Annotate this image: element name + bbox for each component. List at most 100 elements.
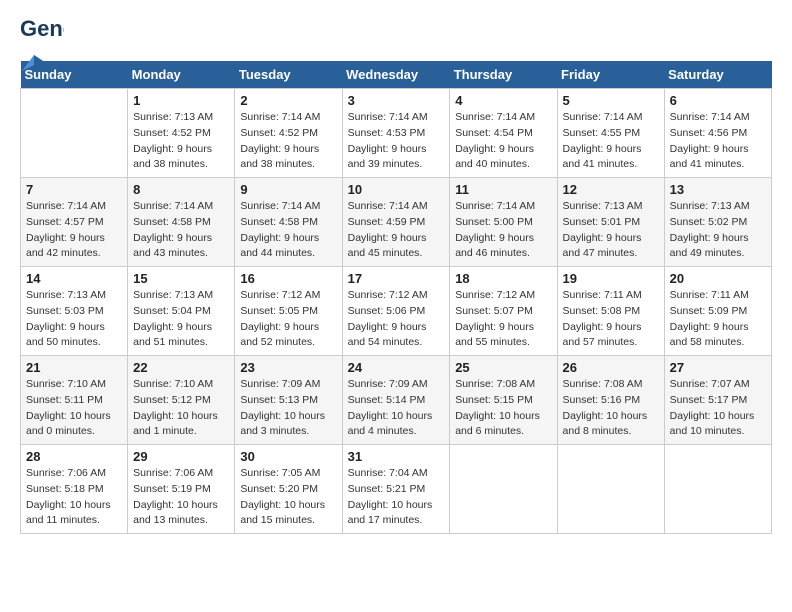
day-cell: 29 Sunrise: 7:06 AM Sunset: 5:19 PM Dayli… — [128, 445, 235, 534]
col-header-tuesday: Tuesday — [235, 61, 342, 89]
day-cell: 13Sunrise: 7:13 AM Sunset: 5:02 PM Dayli… — [664, 178, 771, 267]
day-cell: 8 Sunrise: 7:14 AM Sunset: 4:58 PM Daylig… — [128, 178, 235, 267]
day-number: 18 — [455, 271, 551, 286]
day-number: 21 — [26, 360, 122, 375]
svg-text:General: General — [20, 16, 64, 41]
day-cell: 14 Sunrise: 7:13 AM Sunset: 5:03 PM Dayli… — [21, 267, 128, 356]
day-info: Sunrise: 7:13 AM Sunset: 5:03 PM Dayligh… — [26, 288, 122, 351]
calendar-table: SundayMondayTuesdayWednesdayThursdayFrid… — [20, 61, 772, 534]
day-number: 19 — [563, 271, 659, 286]
column-headers: SundayMondayTuesdayWednesdayThursdayFrid… — [21, 61, 772, 89]
day-cell: 18Sunrise: 7:12 AM Sunset: 5:07 PM Dayli… — [450, 267, 557, 356]
day-cell: 16 Sunrise: 7:12 AM Sunset: 5:05 PM Dayli… — [235, 267, 342, 356]
day-cell: 7Sunrise: 7:14 AM Sunset: 4:57 PM Daylig… — [21, 178, 128, 267]
day-cell — [21, 89, 128, 178]
col-header-wednesday: Wednesday — [342, 61, 450, 89]
day-number: 5 — [563, 93, 659, 108]
day-info: Sunrise: 7:04 AM Sunset: 5:21 PM Dayligh… — [348, 466, 445, 529]
day-number: 16 — [240, 271, 336, 286]
day-cell: 17 Sunrise: 7:12 AM Sunset: 5:06 PM Dayli… — [342, 267, 450, 356]
day-info: Sunrise: 7:08 AM Sunset: 5:16 PM Dayligh… — [563, 377, 659, 440]
day-info: Sunrise: 7:13 AM Sunset: 4:52 PM Dayligh… — [133, 110, 229, 173]
day-cell: 5 Sunrise: 7:14 AM Sunset: 4:55 PM Daylig… — [557, 89, 664, 178]
day-info: Sunrise: 7:06 AM Sunset: 5:18 PM Dayligh… — [26, 466, 122, 529]
day-info: Sunrise: 7:09 AM Sunset: 5:13 PM Dayligh… — [240, 377, 336, 440]
day-info: Sunrise: 7:14 AM Sunset: 4:55 PM Dayligh… — [563, 110, 659, 173]
day-number: 6 — [670, 93, 766, 108]
day-number: 28 — [26, 449, 122, 464]
day-info: Sunrise: 7:08 AM Sunset: 5:15 PM Dayligh… — [455, 377, 551, 440]
day-cell: 12Sunrise: 7:13 AM Sunset: 5:01 PM Dayli… — [557, 178, 664, 267]
day-info: Sunrise: 7:14 AM Sunset: 4:57 PM Dayligh… — [26, 199, 122, 262]
day-number: 8 — [133, 182, 229, 197]
page-header: General — [20, 20, 772, 51]
day-info: Sunrise: 7:11 AM Sunset: 5:08 PM Dayligh… — [563, 288, 659, 351]
day-info: Sunrise: 7:14 AM Sunset: 4:59 PM Dayligh… — [348, 199, 445, 262]
day-number: 3 — [348, 93, 445, 108]
day-info: Sunrise: 7:14 AM Sunset: 4:58 PM Dayligh… — [133, 199, 229, 262]
day-number: 14 — [26, 271, 122, 286]
logo-icon: General — [20, 20, 64, 53]
day-info: Sunrise: 7:14 AM Sunset: 5:00 PM Dayligh… — [455, 199, 551, 262]
day-cell: 10 Sunrise: 7:14 AM Sunset: 4:59 PM Dayli… — [342, 178, 450, 267]
week-row-4: 21 Sunrise: 7:10 AM Sunset: 5:11 PM Dayli… — [21, 356, 772, 445]
day-number: 11 — [455, 182, 551, 197]
day-cell — [664, 445, 771, 534]
day-number: 27 — [670, 360, 766, 375]
day-info: Sunrise: 7:12 AM Sunset: 5:05 PM Dayligh… — [240, 288, 336, 351]
week-row-3: 14 Sunrise: 7:13 AM Sunset: 5:03 PM Dayli… — [21, 267, 772, 356]
day-number: 29 — [133, 449, 229, 464]
day-cell: 3 Sunrise: 7:14 AM Sunset: 4:53 PM Daylig… — [342, 89, 450, 178]
day-number: 4 — [455, 93, 551, 108]
day-cell: 1 Sunrise: 7:13 AM Sunset: 4:52 PM Daylig… — [128, 89, 235, 178]
day-info: Sunrise: 7:06 AM Sunset: 5:19 PM Dayligh… — [133, 466, 229, 529]
day-cell: 30 Sunrise: 7:05 AM Sunset: 5:20 PM Dayli… — [235, 445, 342, 534]
day-number: 15 — [133, 271, 229, 286]
day-cell: 4 Sunrise: 7:14 AM Sunset: 4:54 PM Daylig… — [450, 89, 557, 178]
day-cell: 15 Sunrise: 7:13 AM Sunset: 5:04 PM Dayli… — [128, 267, 235, 356]
day-number: 24 — [348, 360, 445, 375]
logo: General — [20, 20, 64, 51]
day-number: 10 — [348, 182, 445, 197]
day-cell: 19 Sunrise: 7:11 AM Sunset: 5:08 PM Dayli… — [557, 267, 664, 356]
day-info: Sunrise: 7:14 AM Sunset: 4:56 PM Dayligh… — [670, 110, 766, 173]
day-number: 31 — [348, 449, 445, 464]
day-cell: 26 Sunrise: 7:08 AM Sunset: 5:16 PM Dayli… — [557, 356, 664, 445]
col-header-monday: Monday — [128, 61, 235, 89]
day-cell: 22 Sunrise: 7:10 AM Sunset: 5:12 PM Dayli… — [128, 356, 235, 445]
day-cell: 31 Sunrise: 7:04 AM Sunset: 5:21 PM Dayli… — [342, 445, 450, 534]
day-number: 2 — [240, 93, 336, 108]
day-info: Sunrise: 7:07 AM Sunset: 5:17 PM Dayligh… — [670, 377, 766, 440]
day-number: 20 — [670, 271, 766, 286]
col-header-saturday: Saturday — [664, 61, 771, 89]
day-number: 12 — [563, 182, 659, 197]
day-info: Sunrise: 7:14 AM Sunset: 4:52 PM Dayligh… — [240, 110, 336, 173]
day-info: Sunrise: 7:14 AM Sunset: 4:54 PM Dayligh… — [455, 110, 551, 173]
day-number: 1 — [133, 93, 229, 108]
day-info: Sunrise: 7:14 AM Sunset: 4:53 PM Dayligh… — [348, 110, 445, 173]
week-row-1: 1 Sunrise: 7:13 AM Sunset: 4:52 PM Daylig… — [21, 89, 772, 178]
day-info: Sunrise: 7:11 AM Sunset: 5:09 PM Dayligh… — [670, 288, 766, 351]
day-cell: 11 Sunrise: 7:14 AM Sunset: 5:00 PM Dayli… — [450, 178, 557, 267]
day-cell: 28 Sunrise: 7:06 AM Sunset: 5:18 PM Dayli… — [21, 445, 128, 534]
day-number: 30 — [240, 449, 336, 464]
day-cell: 6 Sunrise: 7:14 AM Sunset: 4:56 PM Daylig… — [664, 89, 771, 178]
day-info: Sunrise: 7:13 AM Sunset: 5:04 PM Dayligh… — [133, 288, 229, 351]
day-cell — [557, 445, 664, 534]
day-info: Sunrise: 7:05 AM Sunset: 5:20 PM Dayligh… — [240, 466, 336, 529]
day-info: Sunrise: 7:12 AM Sunset: 5:06 PM Dayligh… — [348, 288, 445, 351]
day-cell: 2 Sunrise: 7:14 AM Sunset: 4:52 PM Daylig… — [235, 89, 342, 178]
day-info: Sunrise: 7:10 AM Sunset: 5:11 PM Dayligh… — [26, 377, 122, 440]
week-row-2: 7Sunrise: 7:14 AM Sunset: 4:57 PM Daylig… — [21, 178, 772, 267]
day-number: 17 — [348, 271, 445, 286]
day-info: Sunrise: 7:14 AM Sunset: 4:58 PM Dayligh… — [240, 199, 336, 262]
day-number: 26 — [563, 360, 659, 375]
day-cell: 25Sunrise: 7:08 AM Sunset: 5:15 PM Dayli… — [450, 356, 557, 445]
day-number: 9 — [240, 182, 336, 197]
day-number: 22 — [133, 360, 229, 375]
day-cell: 20 Sunrise: 7:11 AM Sunset: 5:09 PM Dayli… — [664, 267, 771, 356]
day-cell: 9 Sunrise: 7:14 AM Sunset: 4:58 PM Daylig… — [235, 178, 342, 267]
day-info: Sunrise: 7:10 AM Sunset: 5:12 PM Dayligh… — [133, 377, 229, 440]
day-cell: 21 Sunrise: 7:10 AM Sunset: 5:11 PM Dayli… — [21, 356, 128, 445]
day-number: 23 — [240, 360, 336, 375]
